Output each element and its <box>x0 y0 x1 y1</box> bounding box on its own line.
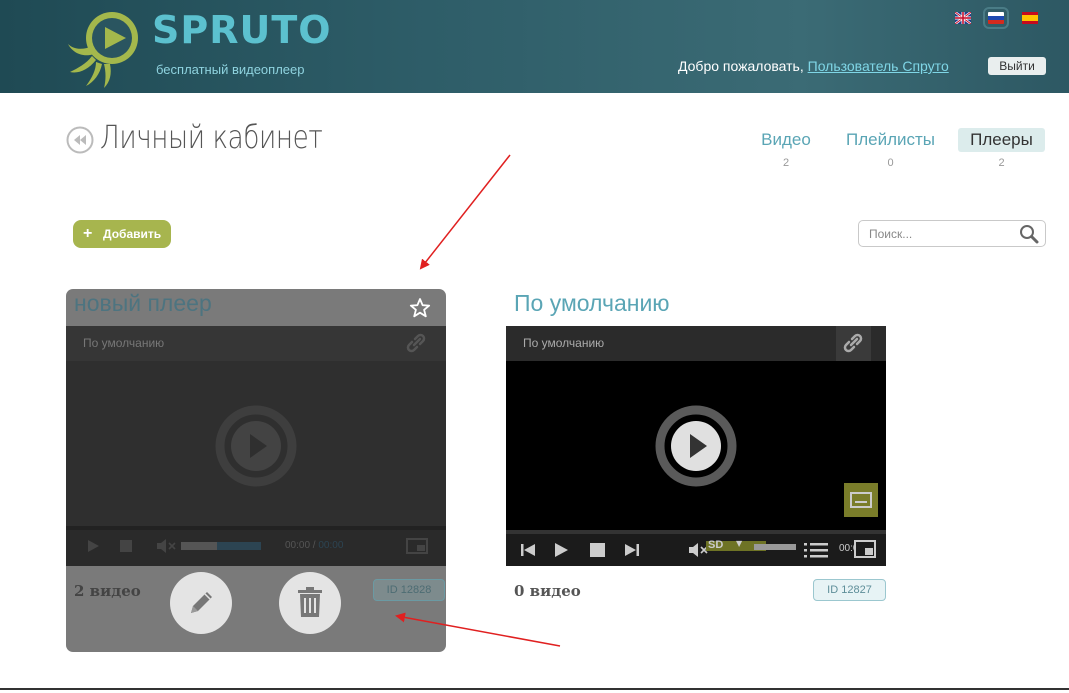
player-title[interactable]: По умолчанию <box>514 290 670 317</box>
search-box <box>858 220 1046 247</box>
volume-icon[interactable] <box>156 538 178 554</box>
previous-icon[interactable] <box>520 543 536 557</box>
star-icon[interactable] <box>409 297 431 319</box>
trash-icon <box>298 587 322 617</box>
tab-count: 2 <box>998 157 1005 169</box>
tab-label: Видео <box>761 130 811 149</box>
player-preview[interactable]: По умолчанию <box>506 326 886 566</box>
fullscreen-icon[interactable] <box>854 540 876 558</box>
add-button[interactable]: + Добавить <box>73 220 171 248</box>
welcome-message: Добро пожаловать, Пользователь Спруто <box>678 58 949 74</box>
subtitles-icon <box>850 492 872 508</box>
plus-icon: + <box>83 225 93 242</box>
annotation-arrow <box>419 154 511 270</box>
search-input[interactable] <box>859 221 1009 246</box>
tab-label: Плейлисты <box>845 130 935 149</box>
site-header: SPRUTO бесплатный видеоплеер Добро пожал… <box>0 0 1069 93</box>
flag-en-icon[interactable] <box>955 12 971 24</box>
brand-tagline: бесплатный видеоплеер <box>156 62 305 77</box>
brand-name[interactable]: SPRUTO <box>152 8 332 52</box>
fullscreen-icon[interactable] <box>406 538 428 554</box>
play-icon[interactable] <box>215 405 297 487</box>
tab-count: 0 <box>887 157 894 169</box>
quality-label: SD <box>708 539 724 551</box>
progress-bar[interactable] <box>66 526 446 530</box>
link-icon[interactable] <box>399 326 433 360</box>
play-control-icon[interactable] <box>86 539 100 553</box>
user-profile-link[interactable]: Пользователь Спруто <box>808 58 949 74</box>
current-time: 00:00 <box>285 540 311 551</box>
search-icon[interactable] <box>1019 224 1039 244</box>
tab-label: Плееры <box>958 128 1045 152</box>
tab-videos[interactable]: Видео 2 <box>753 128 819 169</box>
back-icon[interactable] <box>66 126 94 154</box>
volume-slider[interactable] <box>181 542 261 550</box>
footer-divider <box>0 688 1069 690</box>
time-display: 00:00 / 00:00 <box>285 540 344 551</box>
player-preview-label: По умолчанию <box>83 336 165 350</box>
tab-playlists[interactable]: Плейлисты 0 <box>837 128 944 169</box>
stop-icon[interactable] <box>589 543 605 557</box>
welcome-text: Добро пожаловать, <box>678 58 808 74</box>
logout-button[interactable]: Выйти <box>988 57 1046 75</box>
playlist-icon[interactable] <box>804 542 828 558</box>
link-button[interactable] <box>836 326 871 361</box>
player-controls: 00:00 / 00:00 <box>66 526 446 566</box>
logo-icon[interactable] <box>64 8 142 88</box>
add-button-label: Добавить <box>103 227 162 241</box>
player-topbar: По умолчанию <box>506 326 886 361</box>
player-title[interactable]: новый плеер <box>74 290 212 317</box>
play-control-icon[interactable] <box>553 542 569 558</box>
flag-es-icon[interactable] <box>1022 12 1038 24</box>
progress-bar[interactable] <box>506 530 886 534</box>
pencil-icon <box>191 592 212 613</box>
link-icon <box>843 333 863 353</box>
volume-slider[interactable] <box>754 544 796 550</box>
player-preview[interactable]: По умолчанию <box>66 326 446 566</box>
video-count: 0 видео <box>514 582 581 600</box>
edit-button[interactable] <box>170 572 232 634</box>
tab-players[interactable]: Плееры 2 <box>958 128 1045 169</box>
play-icon[interactable] <box>655 405 737 487</box>
player-controls: SD ▼ 00:00 <box>506 530 886 566</box>
player-preview-label: По умолчанию <box>523 336 605 350</box>
page-title: Личный кабинет <box>100 118 323 156</box>
video-count: 2 видео <box>74 582 141 600</box>
subtitles-button[interactable] <box>844 483 878 517</box>
player-id-badge: ID 12827 <box>813 579 886 601</box>
duration-time: 00:00 <box>318 540 344 551</box>
stop-icon[interactable] <box>120 540 132 552</box>
page: SPRUTO бесплатный видеоплеер Добро пожал… <box>0 0 1069 693</box>
delete-button[interactable] <box>279 572 341 634</box>
player-card[interactable]: новый плеер По умолчанию 00:00 / 00:00 2… <box>66 289 446 652</box>
flag-ru-icon[interactable] <box>983 7 1009 29</box>
player-id-badge: ID 12828 <box>373 579 445 601</box>
chevron-down-icon: ▼ <box>736 539 743 548</box>
player-topbar: По умолчанию <box>66 326 446 361</box>
next-icon[interactable] <box>624 543 640 557</box>
tab-count: 2 <box>782 157 790 169</box>
